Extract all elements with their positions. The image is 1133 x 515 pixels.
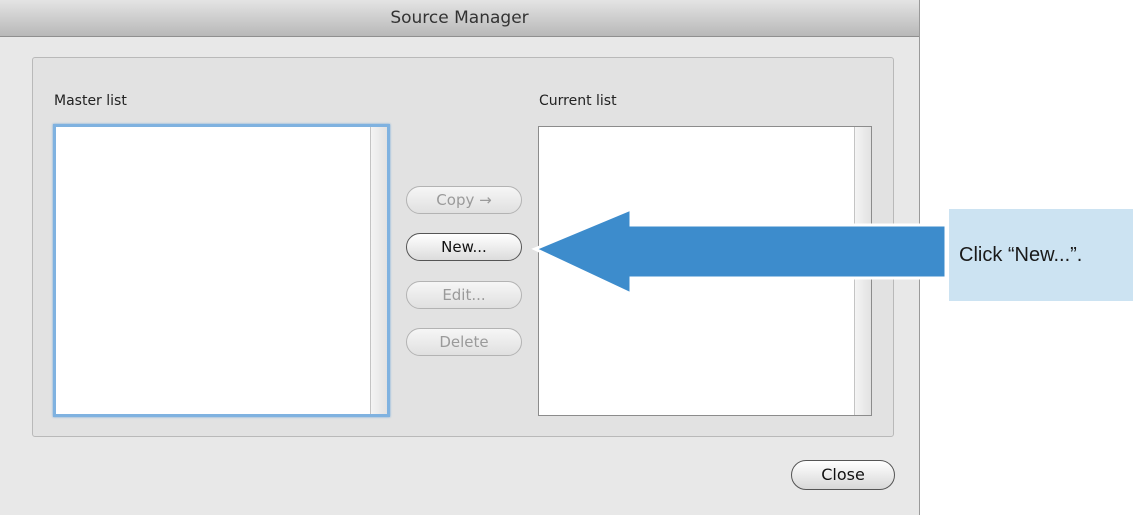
new-button[interactable]: New... bbox=[406, 233, 522, 261]
delete-button[interactable]: Delete bbox=[406, 328, 522, 356]
current-list-scrollbar[interactable] bbox=[854, 127, 871, 415]
source-manager-window: Source Manager Master list Current list … bbox=[0, 0, 920, 515]
screenshot-stage: Source Manager Master list Current list … bbox=[0, 0, 1133, 515]
master-list[interactable] bbox=[53, 124, 390, 417]
annotation-callout: Click “New...”. bbox=[949, 209, 1133, 301]
window-titlebar[interactable]: Source Manager bbox=[0, 0, 919, 37]
window-title: Source Manager bbox=[390, 8, 529, 28]
current-list-label: Current list bbox=[539, 93, 617, 109]
copy-button[interactable]: Copy → bbox=[406, 186, 522, 214]
current-list[interactable] bbox=[538, 126, 872, 416]
edit-button[interactable]: Edit... bbox=[406, 281, 522, 309]
close-button[interactable]: Close bbox=[791, 460, 895, 490]
master-list-label: Master list bbox=[54, 93, 127, 109]
master-list-scrollbar[interactable] bbox=[370, 127, 387, 414]
annotation-text: Click “New...”. bbox=[959, 244, 1083, 266]
